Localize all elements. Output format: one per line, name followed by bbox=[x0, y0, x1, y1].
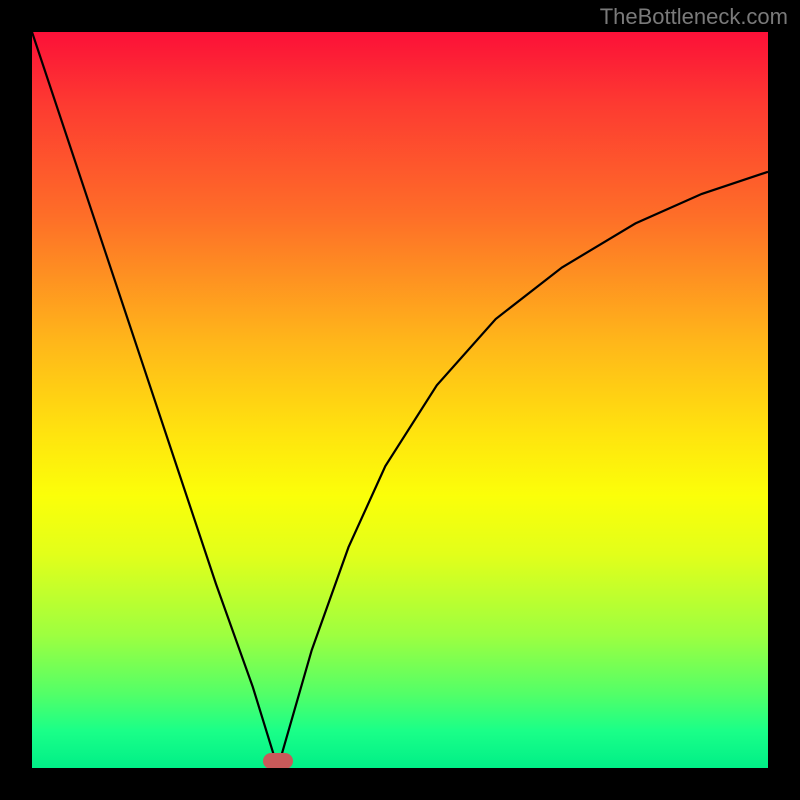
chart-frame: TheBottleneck.com bbox=[0, 0, 800, 800]
optimum-marker bbox=[263, 753, 293, 768]
curve-svg bbox=[32, 32, 768, 768]
plot-area bbox=[32, 32, 768, 768]
watermark-text: TheBottleneck.com bbox=[600, 4, 788, 30]
bottleneck-curve-path bbox=[32, 32, 768, 768]
